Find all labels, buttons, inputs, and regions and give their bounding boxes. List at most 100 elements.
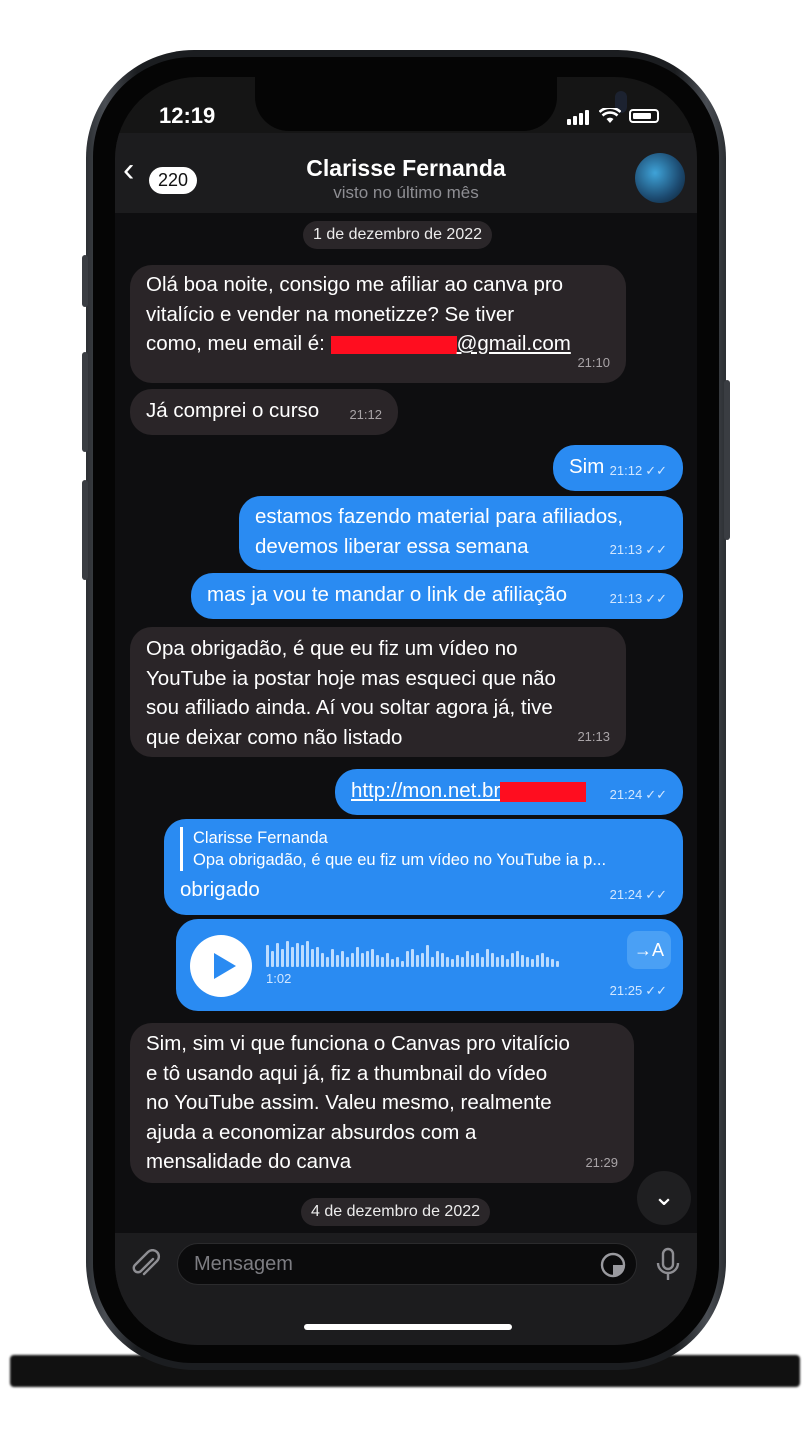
waveform-bar [531,959,534,967]
waveform-bar [356,947,359,967]
waveform-bar [346,957,349,967]
battery-icon [629,109,659,123]
waveform-bar [381,957,384,967]
chevron-down-icon[interactable]: ⌄ [637,1171,691,1225]
waveform-bar [316,947,319,967]
message-bubble[interactable]: Opa obrigadão, é que eu fiz um vídeo no … [130,627,626,757]
volume-down-button [82,480,88,580]
message-time: 21:13 [577,728,610,744]
waveform-bar [281,949,284,967]
message-bubble[interactable]: Olá boa noite, consigo me afiliar ao can… [130,265,626,383]
phone-screen: 12:19 ‹ 220 Clarisse Fernanda visto no ú… [115,77,697,1345]
play-icon[interactable] [190,935,252,997]
waveform-bar [481,957,484,967]
redaction-box [500,781,587,802]
chat-area[interactable]: 1 de dezembro de 2022 Olá boa noite, con… [115,213,697,1233]
waveform-bar [521,955,524,967]
waveform-bar [526,957,529,967]
message-bubble[interactable]: Clarisse Fernanda Opa obrigadão, é que e… [164,819,683,915]
message-time: 21:24 [609,886,643,902]
waveform-bar [426,945,429,967]
read-ticks-icon: ✓✓ [645,590,667,606]
message-text: Já comprei o curso [146,399,320,422]
voice-message-bubble[interactable]: 1:02 →A 21:25 ✓✓ [176,919,683,1011]
message-line: ajuda a economizar absurdos com a [146,1120,477,1144]
message-bubble[interactable]: http://mon.net.br 21:24 ✓✓ [335,769,683,815]
avatar[interactable] [635,153,685,203]
home-indicator [304,1324,512,1330]
sticker-icon[interactable] [599,1251,627,1279]
read-ticks-icon: ✓✓ [645,886,667,902]
message-bubble[interactable]: estamos fazendo material para afiliados,… [239,496,683,570]
message-line: como, meu email é: [146,332,331,355]
message-time: 21:12 [609,462,643,478]
waveform-bar [446,957,449,967]
message-input[interactable]: Mensagem [177,1243,637,1285]
waveform-bar [441,953,444,967]
contact-name[interactable]: Clarisse Fernanda [115,155,697,182]
message-text: mas ja vou te mandar o link de afiliação [207,583,568,606]
message-line: Olá boa noite, consigo me afiliar ao can… [146,273,564,296]
waveform-bar [321,953,324,967]
message-bubble[interactable]: Sim 21:12 ✓✓ [553,445,683,491]
message-text: Sim [569,455,605,478]
read-ticks-icon: ✓✓ [645,786,667,802]
waveform-bar [461,957,464,967]
message-line: e tô usando aqui já, fiz a thumbnail do … [146,1061,548,1085]
waveform-bar [296,943,299,967]
waveform-bar [331,949,334,967]
waveform-bar [391,959,394,967]
waveform-bar [286,941,289,967]
wifi-icon [599,108,621,123]
waveform-bar [396,957,399,967]
waveform-bar [451,959,454,967]
waveform-bar [466,951,469,967]
message-time: 21:25 [609,982,643,998]
waveform-bar [416,955,419,967]
waveform-bar [551,959,554,967]
read-ticks-icon: ✓✓ [645,462,667,478]
waveform-bar [271,951,274,967]
waveform-bar [266,945,269,967]
message-line: vitalício e vender na monetizze? Se tive… [146,302,515,326]
waveform-bar [351,953,354,967]
waveform-bar [536,955,539,967]
waveform-bar [406,951,409,967]
message-time: 21:24 [609,786,643,802]
reply-preview[interactable]: Clarisse Fernanda Opa obrigadão, é que e… [180,827,667,871]
message-bubble[interactable]: Já comprei o curso 21:12 [130,389,398,435]
mute-switch [82,255,88,307]
waveform[interactable] [266,939,559,967]
read-ticks-icon: ✓✓ [645,541,667,557]
message-line: estamos fazendo material para afiliados, [255,505,624,528]
transcribe-button[interactable]: →A [627,931,671,969]
waveform-bar [421,953,424,967]
waveform-bar [326,957,329,967]
last-seen: visto no último mês [333,183,479,202]
waveform-bar [361,953,364,967]
read-ticks-icon: ✓✓ [645,982,667,998]
waveform-bar [291,947,294,967]
message-line: devemos liberar essa semana [255,534,529,558]
message-line: no YouTube assim. Valeu mesmo, realmente [146,1091,552,1114]
waveform-bar [301,945,304,967]
message-time: 21:12 [349,406,382,422]
email-suffix[interactable]: @gmail.com [457,332,571,355]
waveform-bar [341,951,344,967]
status-icons [567,107,659,125]
waveform-bar [311,949,314,967]
notch [255,77,627,131]
link-text[interactable]: http://mon.net.br [351,779,500,802]
message-bubble[interactable]: mas ja vou te mandar o link de afiliação… [191,573,683,619]
signal-icon [567,107,591,125]
message-bubble[interactable]: Sim, sim vi que funciona o Canvas pro vi… [130,1023,634,1183]
waveform-bar [486,949,489,967]
waveform-bar [306,941,309,967]
voice-duration: 1:02 [266,971,292,986]
waveform-bar [541,953,544,967]
microphone-icon[interactable] [653,1247,683,1283]
paperclip-icon[interactable] [131,1249,161,1281]
waveform-bar [431,957,434,967]
waveform-bar [386,953,389,967]
waveform-bar [476,953,479,967]
